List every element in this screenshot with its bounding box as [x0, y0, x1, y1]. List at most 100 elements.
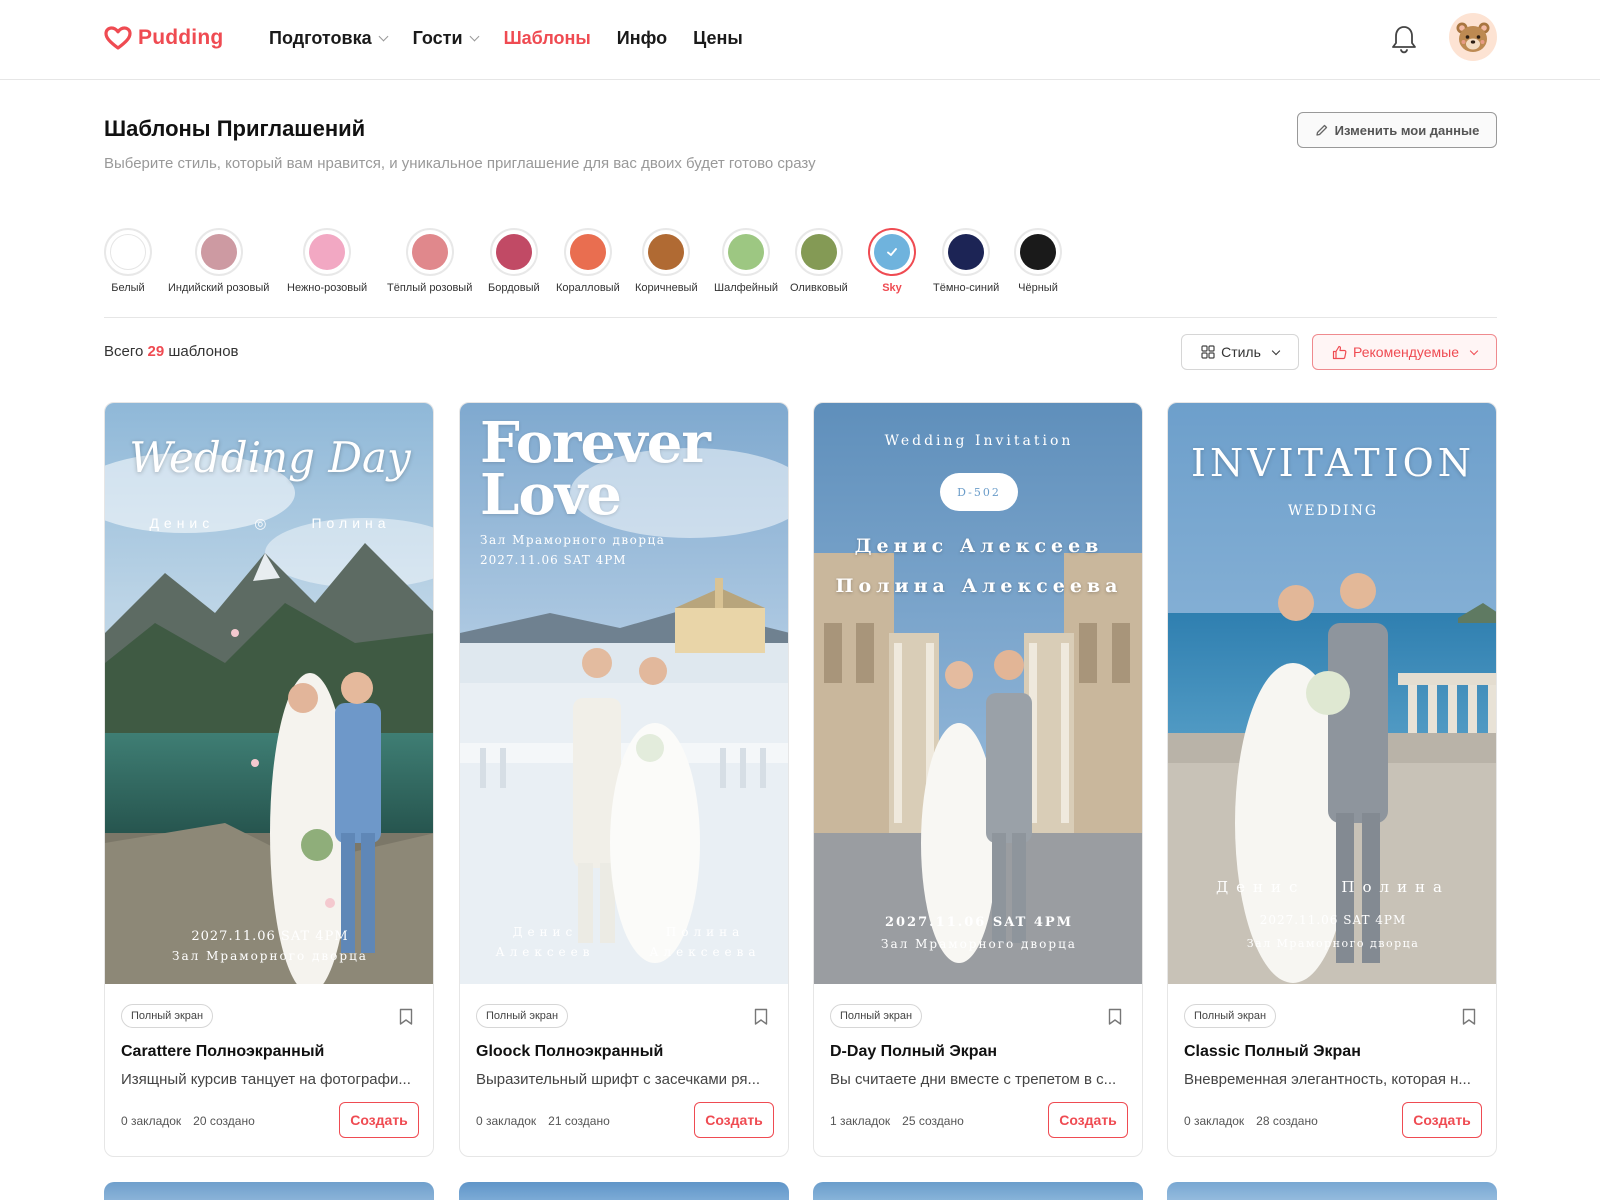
- swatch-dot: [648, 234, 685, 270]
- bookmark-count: 1 закладок: [830, 1114, 891, 1128]
- overlay-venue: Зал Мраморного дворца: [881, 937, 1077, 951]
- card-preview-image[interactable]: Forever Love Зал Мраморного дворца 2027.…: [460, 403, 788, 984]
- bookmark-icon[interactable]: [1108, 1008, 1122, 1026]
- swatch-dot: [200, 234, 237, 270]
- overlay-date: 2027.11.06 SAT 4PM: [480, 553, 627, 567]
- nav-info[interactable]: Инфо: [617, 28, 667, 49]
- swatch-dot: [110, 234, 146, 270]
- color-swatch-warm-pink[interactable]: Тёплый розовый: [387, 228, 472, 294]
- card-body: Полный экран Gloock Полноэкранный Вырази…: [460, 984, 788, 1156]
- color-swatch-coral[interactable]: Коралловый: [556, 228, 620, 294]
- template-card-peek[interactable]: [104, 1182, 434, 1200]
- fullscreen-tag: Полный экран: [1184, 1004, 1277, 1028]
- swatch-label: Тёплый розовый: [387, 282, 473, 294]
- template-card[interactable]: Wedding Invitation D-502 Денис Алексеев …: [813, 402, 1143, 1157]
- bell-icon[interactable]: [1390, 24, 1418, 54]
- overlay-groom-first: Денис: [512, 925, 578, 939]
- swatch-label: Sky: [882, 282, 902, 294]
- template-count: Всего 29 шаблонов: [104, 343, 239, 360]
- rings-icon: ◎: [254, 515, 272, 531]
- bookmark-icon[interactable]: [1462, 1008, 1476, 1026]
- edit-button-label: Изменить мои данные: [1334, 122, 1480, 138]
- swatch-dot: [728, 234, 765, 270]
- color-swatch-olive[interactable]: Оливковый: [790, 228, 848, 294]
- count-suffix: шаблонов: [168, 343, 239, 360]
- card-body: Полный экран D-Day Полный Экран Вы счита…: [814, 984, 1142, 1156]
- swatch-label: Коралловый: [556, 282, 620, 294]
- template-card-peek[interactable]: [813, 1182, 1143, 1200]
- overlay-date: 2027.11.06 SAT 4PM: [1259, 913, 1407, 927]
- color-swatch-white[interactable]: Белый: [104, 228, 152, 294]
- nav-label: Цены: [693, 28, 743, 48]
- overlay-venue: Зал Мраморного дворца: [1246, 937, 1420, 950]
- chevron-down-icon: [378, 31, 389, 42]
- nav-guests[interactable]: Гости: [412, 28, 480, 49]
- mountain-lake-photo: [105, 403, 433, 984]
- bookmark-count: 0 закладок: [476, 1114, 537, 1128]
- color-swatch-sage[interactable]: Шалфейный: [714, 228, 778, 294]
- template-card[interactable]: Forever Love Зал Мраморного дворца 2027.…: [459, 402, 789, 1157]
- card-body: Полный экран Carattere Полноэкранный Изя…: [105, 984, 433, 1156]
- card-description: Вневременная элегантность, которая н...: [1184, 1071, 1471, 1088]
- style-filter-button[interactable]: Стиль: [1181, 334, 1299, 370]
- swatch-ring: [489, 228, 538, 276]
- nav-preparation[interactable]: Подготовка: [269, 28, 389, 49]
- template-card[interactable]: INVITATION WEDDING Денис Полина 2027.11.…: [1167, 402, 1497, 1157]
- create-button[interactable]: Создать: [694, 1102, 774, 1138]
- swatch-dot: [495, 234, 532, 270]
- card-preview-image[interactable]: Wedding Day Денис ◎ Полина 2027.11.06 SA…: [105, 403, 433, 984]
- overlay-bride: Полина Алексеева: [835, 575, 1123, 597]
- nav-label: Гости: [412, 28, 463, 48]
- card-title: Gloock Полноэкранный: [476, 1043, 664, 1060]
- fullscreen-tag: Полный экран: [476, 1004, 569, 1028]
- overlay-groom: Денис: [149, 515, 215, 531]
- card-description: Изящный курсив танцует на фотографи...: [121, 1071, 411, 1088]
- top-header: Pudding Подготовка Гости Шаблоны Инфо Це…: [0, 0, 1600, 80]
- color-swatch-black[interactable]: Чёрный: [1014, 228, 1062, 294]
- card-title: Classic Полный Экран: [1184, 1043, 1361, 1060]
- color-swatch-indian-pink[interactable]: Индийский розовый: [168, 228, 269, 294]
- edit-my-data-button[interactable]: Изменить мои данные: [1297, 112, 1497, 148]
- nav-templates[interactable]: Шаблоны: [504, 28, 591, 49]
- color-swatch-burgundy[interactable]: Бордовый: [488, 228, 540, 294]
- overlay-bride: Полина Алексеева: [640, 925, 770, 959]
- color-swatch-soft-pink[interactable]: Нежно-розовый: [287, 228, 367, 294]
- swatch-ring: [303, 228, 352, 276]
- card-description: Вы считаете дни вместе с трепетом в с...: [830, 1071, 1117, 1088]
- color-swatch-brown[interactable]: Коричневый: [635, 228, 698, 294]
- avatar[interactable]: [1449, 13, 1497, 61]
- logo-text: Pudding: [138, 26, 224, 49]
- overlay-headline: Wedding Invitation: [884, 433, 1074, 449]
- sort-recommended-button[interactable]: Рекомендуемые: [1312, 334, 1497, 370]
- swatch-dot: [948, 234, 985, 270]
- chevron-down-icon: [1271, 346, 1281, 355]
- template-card[interactable]: Wedding Day Денис ◎ Полина 2027.11.06 SA…: [104, 402, 434, 1157]
- create-button[interactable]: Создать: [339, 1102, 419, 1138]
- overlay-subheadline: WEDDING: [1287, 503, 1379, 519]
- card-body: Полный экран Classic Полный Экран Вневре…: [1168, 984, 1496, 1156]
- overlay-groom: Денис Алексеев: [854, 535, 1104, 557]
- overlay-date: 2027.11.06 SAT 4PM: [191, 929, 349, 944]
- color-swatch-navy[interactable]: Тёмно-синий: [933, 228, 999, 294]
- bookmark-icon[interactable]: [754, 1008, 768, 1026]
- nav-prices[interactable]: Цены: [693, 28, 743, 49]
- main-nav: Подготовка Гости Шаблоны Инфо Цены: [269, 28, 743, 49]
- thumbs-up-icon: [1332, 345, 1347, 359]
- bookmark-icon[interactable]: [399, 1008, 413, 1026]
- card-preview-image[interactable]: Wedding Invitation D-502 Денис Алексеев …: [814, 403, 1142, 984]
- swatch-dot: [309, 234, 346, 270]
- nav-label: Инфо: [616, 28, 668, 48]
- template-card-peek[interactable]: [459, 1182, 789, 1200]
- create-button[interactable]: Создать: [1048, 1102, 1128, 1138]
- overlay-names: Денис ◎ Полина: [105, 515, 433, 532]
- swatch-ring: [104, 228, 152, 276]
- overlay-bride-first: Полина: [665, 925, 745, 939]
- card-preview-image[interactable]: INVITATION WEDDING Денис Полина 2027.11.…: [1168, 403, 1496, 984]
- swatch-dot: [800, 234, 837, 270]
- template-card-peek[interactable]: [1167, 1182, 1497, 1200]
- swatch-ring: [405, 228, 454, 276]
- logo[interactable]: Pudding: [104, 26, 223, 50]
- color-swatch-sky[interactable]: Sky: [868, 228, 916, 294]
- overlay-groom: Денис: [1215, 878, 1306, 896]
- create-button[interactable]: Создать: [1402, 1102, 1482, 1138]
